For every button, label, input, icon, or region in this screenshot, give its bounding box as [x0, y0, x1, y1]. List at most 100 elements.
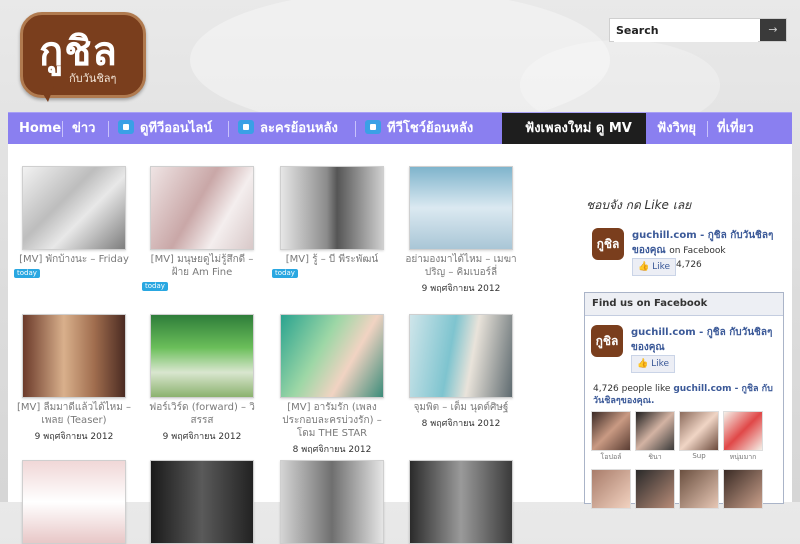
nav-item-music-mv[interactable]: ฟังเพลงใหม่ ดู MV [525, 113, 632, 145]
fan-face[interactable] [723, 469, 763, 509]
nav-item-label: ทีวีโชว์ย้อนหลัง [387, 121, 474, 136]
tv-icon [118, 120, 134, 134]
today-badge: today [14, 269, 40, 278]
nav-item-label: Home [19, 121, 62, 136]
fan-face[interactable] [591, 469, 631, 509]
search-input[interactable] [614, 19, 758, 42]
post-item[interactable]: [MV] พักบ้างนะ – Friday today [14, 166, 134, 278]
nav-item-label: ที่เที่ยว [717, 121, 754, 136]
post-thumbnail[interactable] [409, 314, 513, 398]
fan-face[interactable]: Sup [679, 411, 719, 460]
facebook-like-button[interactable]: 👍 Like [631, 355, 676, 373]
post-thumbnail[interactable] [150, 166, 254, 250]
nav-divider [355, 121, 356, 137]
fan-name: ชินา [648, 453, 662, 461]
post-item[interactable]: อย่ามองมาได้ไหม – เมฆา ปริญ – คิมเบอร์ลี… [401, 166, 521, 295]
nav-item-label: ละครย้อนหลัง [260, 121, 338, 136]
fan-avatar[interactable] [723, 469, 763, 509]
sidebar-heading: ชอบจัง กด Like เลย [586, 198, 692, 212]
fan-avatar[interactable] [591, 469, 631, 509]
post-title[interactable]: [MV] พักบ้างนะ – Friday today [14, 253, 134, 278]
nav-item-label: ฟังวิทยุ [657, 121, 697, 136]
post-date: 9 พฤศจิกายน 2012 [421, 284, 501, 294]
facebook-like-button[interactable]: 👍 Like [632, 258, 677, 276]
post-title[interactable]: [MV] ลืมมาดีแล้วได้ไหม – เพลย (Teaser) [14, 401, 134, 427]
post-title[interactable]: อย่ามองมาได้ไหม – เมฆา ปริญ – คิมเบอร์ลี… [401, 253, 521, 279]
post-thumbnail[interactable] [409, 166, 513, 250]
facebook-likebox: Find us on Facebook กูชิล guchill.com - … [584, 292, 784, 509]
post-thumbnail[interactable] [280, 166, 384, 250]
nav-item-travel[interactable]: ที่เที่ยว [717, 113, 754, 145]
post-title[interactable]: จุมพิต – เต็ม นุดต์ศิษฐ์ [401, 401, 521, 414]
arrow-right-icon: → [768, 23, 778, 36]
post-item[interactable] [14, 460, 134, 544]
post-thumbnail[interactable] [150, 460, 254, 544]
post-item[interactable] [401, 460, 521, 544]
nav-item-label: ดูทีวีออนไลน์ [140, 121, 213, 136]
fan-avatar[interactable] [635, 469, 675, 509]
post-thumbnail[interactable] [22, 314, 126, 398]
fan-name: หนุ่มมาก [729, 453, 757, 461]
main-nav: Home ข่าว ดูทีวีออนไลน์ ละครย้อนหลัง ทีว… [8, 112, 792, 145]
fan-avatar[interactable] [591, 411, 631, 451]
today-badge: today [272, 269, 298, 278]
likebox-title: Find us on Facebook [585, 293, 783, 316]
logo-speech-tail [38, 86, 54, 102]
nav-item-watch-tv[interactable]: ดูทีวีออนไลน์ [118, 113, 212, 145]
post-item[interactable]: [MV] มนุษยดูไม่รู้สึกดี – ฝ้าย Am Fine to… [142, 166, 262, 291]
fan-face[interactable] [635, 469, 675, 509]
thumbs-up-icon: 👍 [637, 359, 649, 369]
post-item[interactable]: ฟอร์เวิร์ด (forward) – วิสรรส 9 พฤศจิกาย… [142, 314, 262, 443]
page-avatar[interactable]: กูชิล [591, 325, 623, 357]
post-date: 9 พฤศจิกายน 2012 [162, 432, 242, 442]
nav-item-radio[interactable]: ฟังวิทยุ [657, 113, 696, 145]
post-item[interactable] [272, 460, 392, 544]
video-camera-icon [365, 120, 381, 134]
post-thumbnail[interactable] [22, 166, 126, 250]
nav-divider [707, 121, 708, 137]
post-thumbnail[interactable] [280, 314, 384, 398]
nav-divider [108, 121, 109, 137]
post-title[interactable]: [MV] อารัมรัก (เพลงประกอบละครบ่วงรัก) – … [272, 401, 392, 440]
facebook-on-label: on Facebook [669, 246, 726, 256]
fan-avatar[interactable] [679, 411, 719, 451]
post-title[interactable]: [MV] มนุษยดูไม่รู้สึกดี – ฝ้าย Am Fine to… [142, 253, 262, 291]
fan-face[interactable]: ชินา [635, 411, 675, 463]
post-thumbnail[interactable] [409, 460, 513, 544]
nav-divider [228, 121, 229, 137]
fan-avatar[interactable] [635, 411, 675, 451]
nav-item-drama-replay[interactable]: ละครย้อนหลัง [238, 113, 338, 145]
post-item[interactable]: [MV] อารัมรัก (เพลงประกอบละครบ่วงรัก) – … [272, 314, 392, 456]
nav-item-news[interactable]: ข่าว [72, 113, 96, 145]
post-date: 8 พฤศจิกายน 2012 [292, 445, 372, 455]
search-box: → [609, 18, 787, 42]
fan-avatar[interactable] [723, 411, 763, 451]
post-title[interactable]: [MV] รู้ – บี พีระพัฒน์ today [272, 253, 392, 278]
nav-item-home[interactable]: Home [19, 113, 61, 145]
nav-item-label: ข่าว [72, 121, 96, 136]
post-date: 9 พฤศจิกายน 2012 [34, 432, 114, 442]
fan-name: Sup [692, 452, 706, 460]
fan-face[interactable]: หนุ่มมาก [723, 411, 763, 463]
facebook-page-name[interactable]: guchill.com - กูชิล กับวันชิลๆของคุณ [631, 325, 781, 355]
post-item[interactable]: [MV] ลืมมาดีแล้วได้ไหม – เพลย (Teaser) 9… [14, 314, 134, 443]
post-title[interactable]: ฟอร์เวิร์ด (forward) – วิสรรส [142, 401, 262, 427]
post-thumbnail[interactable] [280, 460, 384, 544]
post-item[interactable] [142, 460, 262, 544]
fan-avatar[interactable] [679, 469, 719, 509]
post-thumbnail[interactable] [22, 460, 126, 544]
facebook-page-name[interactable]: guchill.com - กูชิล กับวันชิลๆของคุณ on … [632, 228, 782, 258]
search-button[interactable]: → [760, 19, 786, 41]
nav-item-tvshow-replay[interactable]: ทีวีโชว์ย้อนหลัง [365, 113, 473, 145]
today-badge: today [142, 282, 168, 291]
thumbs-up-icon: 👍 [638, 262, 650, 272]
page-avatar[interactable]: กูชิล [592, 228, 624, 260]
nav-item-label: ฟังเพลงใหม่ ดู MV [525, 121, 632, 136]
post-item[interactable]: [MV] รู้ – บี พีระพัฒน์ today [272, 166, 392, 278]
nav-divider [62, 121, 63, 137]
people-like-text: 4,726 people like guchill.com - กูชิล กั… [593, 384, 773, 406]
post-thumbnail[interactable] [150, 314, 254, 398]
fan-face[interactable]: โอปอล์ [591, 411, 631, 463]
post-item[interactable]: จุมพิต – เต็ม นุดต์ศิษฐ์ 8 พฤศจิกายน 201… [401, 314, 521, 430]
fan-face[interactable] [679, 469, 719, 509]
